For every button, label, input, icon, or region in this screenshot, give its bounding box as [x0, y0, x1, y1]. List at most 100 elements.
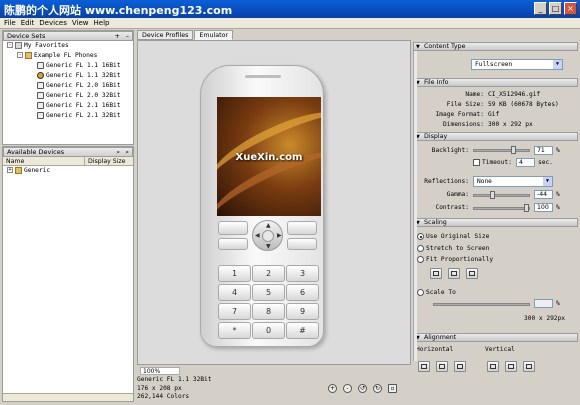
right-arrow-icon[interactable]: ▶: [277, 232, 282, 239]
minimize-icon[interactable]: _: [534, 2, 547, 15]
stretch-to-screen-radio[interactable]: [417, 245, 424, 252]
available-devices-panel: Available Devices ⌕ ⌕ Name Display Size …: [2, 146, 134, 402]
key-4[interactable]: 4: [218, 284, 251, 301]
tree-device[interactable]: Generic FL 2.1 32Bit: [3, 111, 133, 121]
folder-icon: [15, 166, 22, 174]
fit-proportionally-radio[interactable]: [417, 256, 424, 263]
left-arrow-icon[interactable]: ◀: [255, 232, 260, 239]
section-scaling[interactable]: Scaling: [413, 218, 578, 227]
scale-slider[interactable]: [433, 303, 530, 306]
tab-emulator[interactable]: Emulator: [194, 30, 234, 40]
align-top-icon[interactable]: [487, 361, 499, 372]
tab-device-profiles[interactable]: Device Profiles: [137, 30, 194, 40]
key-7[interactable]: 7: [218, 303, 251, 320]
down-arrow-icon[interactable]: ▼: [266, 243, 271, 250]
section-alignment[interactable]: Alignment: [413, 333, 578, 342]
key-5[interactable]: 5: [252, 284, 285, 301]
menu-devices[interactable]: Devices: [39, 18, 67, 28]
fit-height-icon[interactable]: [466, 268, 478, 279]
tree-device[interactable]: Generic FL 2.0 32Bit: [3, 91, 133, 101]
up-arrow-icon[interactable]: ▲: [266, 222, 271, 229]
menu-file[interactable]: File: [4, 18, 16, 28]
menu-edit[interactable]: Edit: [21, 18, 35, 28]
align-center-icon[interactable]: [436, 361, 448, 372]
gamma-slider[interactable]: [473, 191, 530, 199]
align-middle-icon[interactable]: [505, 361, 517, 372]
col-display-size[interactable]: Display Size: [85, 157, 125, 165]
key-0[interactable]: 0: [252, 322, 285, 339]
backlight-slider[interactable]: [473, 146, 530, 154]
expand-icon[interactable]: +: [7, 167, 13, 173]
menu-help[interactable]: Help: [94, 18, 110, 28]
right-soft-key[interactable]: [287, 221, 317, 235]
maximize-icon[interactable]: □: [549, 2, 562, 15]
search-icon[interactable]: ⌕: [116, 148, 120, 157]
key-star[interactable]: *: [218, 322, 251, 339]
tree-favorites[interactable]: - My Favorites: [3, 41, 133, 51]
col-name[interactable]: Name: [3, 157, 85, 165]
tree-device[interactable]: Generic FL 1.1 32Bit: [3, 71, 133, 81]
timeout-input[interactable]: 4: [516, 158, 535, 167]
tree-device[interactable]: Generic FL 2.1 16Bit: [3, 101, 133, 111]
contrast-input[interactable]: 100: [534, 203, 553, 212]
close-icon[interactable]: ×: [564, 2, 577, 15]
zoom-field[interactable]: 100%: [140, 367, 180, 375]
contrast-slider[interactable]: [473, 204, 530, 212]
key-6[interactable]: 6: [286, 284, 319, 301]
contrast-slider-thumb[interactable]: [524, 204, 529, 212]
menu-view[interactable]: View: [72, 18, 89, 28]
align-left-icon[interactable]: [418, 361, 430, 372]
section-display[interactable]: Display: [413, 132, 578, 141]
collapse-icon[interactable]: -: [17, 52, 23, 58]
rotate-right-icon[interactable]: ↻: [373, 384, 382, 393]
backlight-input[interactable]: 71: [534, 146, 553, 155]
content-type-select[interactable]: Fullscreen ▼: [471, 59, 563, 70]
tree-available-generic[interactable]: + Generic: [3, 166, 133, 176]
section-file-info[interactable]: File Info: [413, 78, 578, 87]
scale-input[interactable]: [534, 299, 553, 308]
key-3[interactable]: 3: [286, 265, 319, 282]
align-right-icon[interactable]: [454, 361, 466, 372]
collapse-icon[interactable]: -: [7, 42, 13, 48]
tree-device[interactable]: Generic FL 2.0 16Bit: [3, 81, 133, 91]
gamma-input[interactable]: -44: [534, 190, 553, 199]
key-9[interactable]: 9: [286, 303, 319, 320]
left-soft-key[interactable]: [218, 221, 248, 235]
reflections-select[interactable]: None ▼: [473, 176, 553, 187]
select-button[interactable]: [262, 230, 274, 242]
call-key[interactable]: [218, 238, 248, 250]
minimize-panel-icon[interactable]: –: [126, 32, 129, 41]
timeout-checkbox[interactable]: [473, 159, 480, 166]
key-8[interactable]: 8: [252, 303, 285, 320]
key-2[interactable]: 2: [252, 265, 285, 282]
tree-group[interactable]: - Example FL Phones: [3, 51, 133, 61]
file-name-value: CI_X512946.gif: [488, 91, 541, 98]
horizontal-scrollbar[interactable]: [3, 393, 133, 401]
rotate-left-icon[interactable]: ↺: [358, 384, 367, 393]
navigation-pad[interactable]: ▲ ▼ ◀ ▶: [252, 220, 283, 251]
fit-width-icon[interactable]: [448, 268, 460, 279]
fit-both-icon[interactable]: [430, 268, 442, 279]
section-content-type[interactable]: Content Type: [413, 42, 578, 51]
zoom-out-icon[interactable]: -: [343, 384, 352, 393]
scale-percent: %: [556, 300, 560, 307]
key-1[interactable]: 1: [218, 265, 251, 282]
search-icon[interactable]: ⌕: [125, 148, 129, 157]
device-sets-panel: Device Sets + – - My Favorites - Example F…: [2, 30, 134, 145]
device-resolution: 176 x 208 px: [137, 384, 182, 392]
add-icon[interactable]: +: [115, 32, 120, 41]
scale-to-label: Scale To: [426, 289, 456, 296]
scale-to-radio[interactable]: [417, 289, 424, 296]
backlight-slider-thumb[interactable]: [511, 146, 516, 154]
fit-icon[interactable]: ▫: [388, 384, 397, 393]
phone-icon: [37, 81, 44, 89]
scale-result: 300 x 292px: [524, 315, 565, 322]
align-bottom-icon[interactable]: [523, 361, 535, 372]
end-key[interactable]: [287, 238, 317, 250]
gamma-slider-thumb[interactable]: [490, 191, 495, 199]
vertical-scrollbar[interactable]: [413, 51, 417, 361]
key-hash[interactable]: #: [286, 322, 319, 339]
tree-device[interactable]: Generic FL 1.1 16Bit: [3, 61, 133, 71]
use-original-size-radio[interactable]: [417, 233, 424, 240]
zoom-in-icon[interactable]: +: [328, 384, 337, 393]
